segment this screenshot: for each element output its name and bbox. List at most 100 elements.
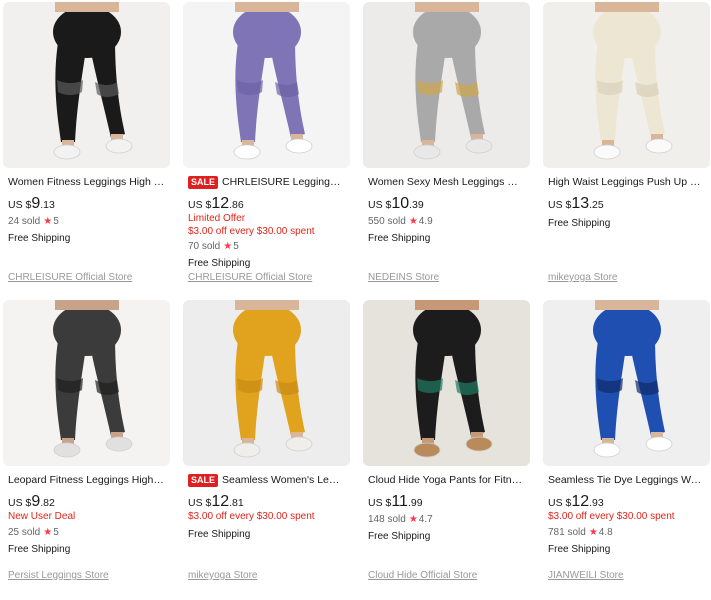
sold-count: 148 sold [368,514,406,525]
product-title-text[interactable]: Cloud Hide Yoga Pants for Fitness ... [368,474,525,487]
product-card-5[interactable]: Leopard Fitness Leggings High Wai... US … [3,300,170,592]
grey-mesh-leggings-photo [363,2,530,168]
store-link[interactable]: JIANWEILI Store [548,570,624,582]
product-image[interactable] [543,300,710,466]
price-integer: 9 [31,493,41,510]
star-icon: ★ [408,514,418,525]
promo-list: New User Deal [8,511,165,524]
green-black-leggings-photo [363,300,530,466]
price-decimal: .25 [589,199,604,211]
store-link[interactable]: mikeyoga Store [548,272,617,284]
product-info: Seamless Tie Dye Leggings Wome... US $12… [543,474,710,556]
sales-rating: 70 sold ★5 [188,240,345,253]
promo-text: $3.00 off every $30.00 spent [188,511,315,522]
product-title[interactable]: SALE CHRLEISURE Leggings Wo... [188,176,345,189]
product-price: US $9.13 [8,196,165,213]
rating-value: 4.8 [598,526,613,538]
shipping-info: Free Shipping [548,543,611,555]
star-icon: ★ [408,216,418,227]
sold-count: 24 sold [8,216,41,227]
shipping-info: Free Shipping [188,528,251,540]
shipping-info: Free Shipping [368,531,431,542]
product-image[interactable] [363,300,530,466]
shipping-info: Free Shipping [8,543,71,555]
store-link[interactable]: Cloud Hide Official Store [368,570,477,582]
star-icon: ★ [223,241,233,252]
product-info: SALE CHRLEISURE Leggings Wo... US $12.86… [183,176,350,270]
price-integer: 10 [391,195,410,212]
product-price: US $12.81 [188,494,345,511]
purple-leggings-photo [183,2,350,168]
shipping-info: Free Shipping [188,258,251,269]
product-title[interactable]: Cloud Hide Yoga Pants for Fitness ... [368,474,525,487]
product-card-7[interactable]: Cloud Hide Yoga Pants for Fitness ... US… [363,300,530,592]
product-title[interactable]: SALE Seamless Women's Leggin... [188,474,345,487]
price-currency: US $ [548,199,572,211]
price-decimal: .81 [229,497,244,509]
price-currency: US $ [188,497,212,509]
product-title-text[interactable]: Seamless Women's Leggin... [222,474,345,487]
product-price: US $12.93 [548,494,705,511]
product-title[interactable]: Leopard Fitness Leggings High Wai... [8,474,165,487]
product-title-text[interactable]: CHRLEISURE Leggings Wo... [222,176,345,189]
product-price: US $13.25 [548,196,705,213]
product-price: US $10.39 [368,196,525,213]
sold-count: 70 sold [188,241,221,252]
product-card-3[interactable]: Women Sexy Mesh Leggings High ... US $10… [363,2,530,294]
product-title[interactable]: Women Sexy Mesh Leggings High ... [368,176,525,189]
price-integer: 12 [571,493,590,510]
product-title[interactable]: High Waist Leggings Push Up Spor... [548,176,705,189]
product-title-text[interactable]: Leopard Fitness Leggings High Wai... [8,474,165,487]
store-link[interactable]: mikeyoga Store [188,570,257,582]
product-title[interactable]: Women Fitness Leggings High Wai... [8,176,165,189]
product-price: US $9.82 [8,494,165,511]
product-card-2[interactable]: SALE CHRLEISURE Leggings Wo... US $12.86… [183,2,350,294]
product-card-8[interactable]: Seamless Tie Dye Leggings Wome... US $12… [543,300,710,592]
store-link[interactable]: NEDEINS Store [368,272,439,284]
product-card-4[interactable]: High Waist Leggings Push Up Spor... US $… [543,2,710,294]
sales-rating: 25 sold ★5 [8,526,165,539]
price-integer: 12 [211,195,230,212]
product-info: Cloud Hide Yoga Pants for Fitness ... US… [363,474,530,543]
star-icon: ★ [588,526,598,538]
blue-tie-dye-leggings-photo [543,300,710,466]
product-image[interactable] [183,2,350,168]
store-link[interactable]: Persist Leggings Store [8,570,109,582]
store-link[interactable]: CHRLEISURE Official Store [8,272,132,284]
product-title-text[interactable]: Women Fitness Leggings High Wai... [8,176,165,189]
price-integer: 12 [211,493,230,510]
product-image[interactable] [363,2,530,168]
price-currency: US $ [8,199,32,211]
product-card-6[interactable]: SALE Seamless Women's Leggin... US $12.8… [183,300,350,592]
sale-badge: SALE [188,474,219,487]
product-grid: Women Fitness Leggings High Wai... US $9… [0,0,711,600]
price-decimal: .13 [40,199,55,211]
promo-list: Limited Offer $3.00 off every $30.00 spen… [188,213,345,238]
sold-count: 781 sold [548,526,586,538]
sales-rating: 550 sold ★4.9 [368,215,525,228]
sale-badge: SALE [188,176,219,189]
rating-value: 5 [53,216,59,227]
leopard-leggings-photo [3,300,170,466]
rating-value: 4.7 [418,514,433,525]
product-image[interactable] [543,2,710,168]
product-card-1[interactable]: Women Fitness Leggings High Wai... US $9… [3,2,170,294]
black-leggings-photo [3,2,170,168]
product-image[interactable] [183,300,350,466]
product-title-text[interactable]: High Waist Leggings Push Up Spor... [548,176,705,189]
star-icon: ★ [43,526,53,538]
product-title[interactable]: Seamless Tie Dye Leggings Wome... [548,474,705,487]
price-integer: 13 [571,195,590,212]
price-decimal: .93 [589,497,604,509]
product-info: Women Sexy Mesh Leggings High ... US $10… [363,176,530,245]
product-image[interactable] [3,300,170,466]
rating-value: 5 [53,526,59,538]
product-info: Leopard Fitness Leggings High Wai... US … [3,474,170,556]
product-title-text[interactable]: Women Sexy Mesh Leggings High ... [368,176,525,189]
rating-value: 4.9 [418,216,433,227]
product-title-text[interactable]: Seamless Tie Dye Leggings Wome... [548,474,705,487]
price-currency: US $ [368,199,392,211]
promo-text: New User Deal [8,511,76,522]
product-image[interactable] [3,2,170,168]
store-link[interactable]: CHRLEISURE Official Store [188,272,312,284]
